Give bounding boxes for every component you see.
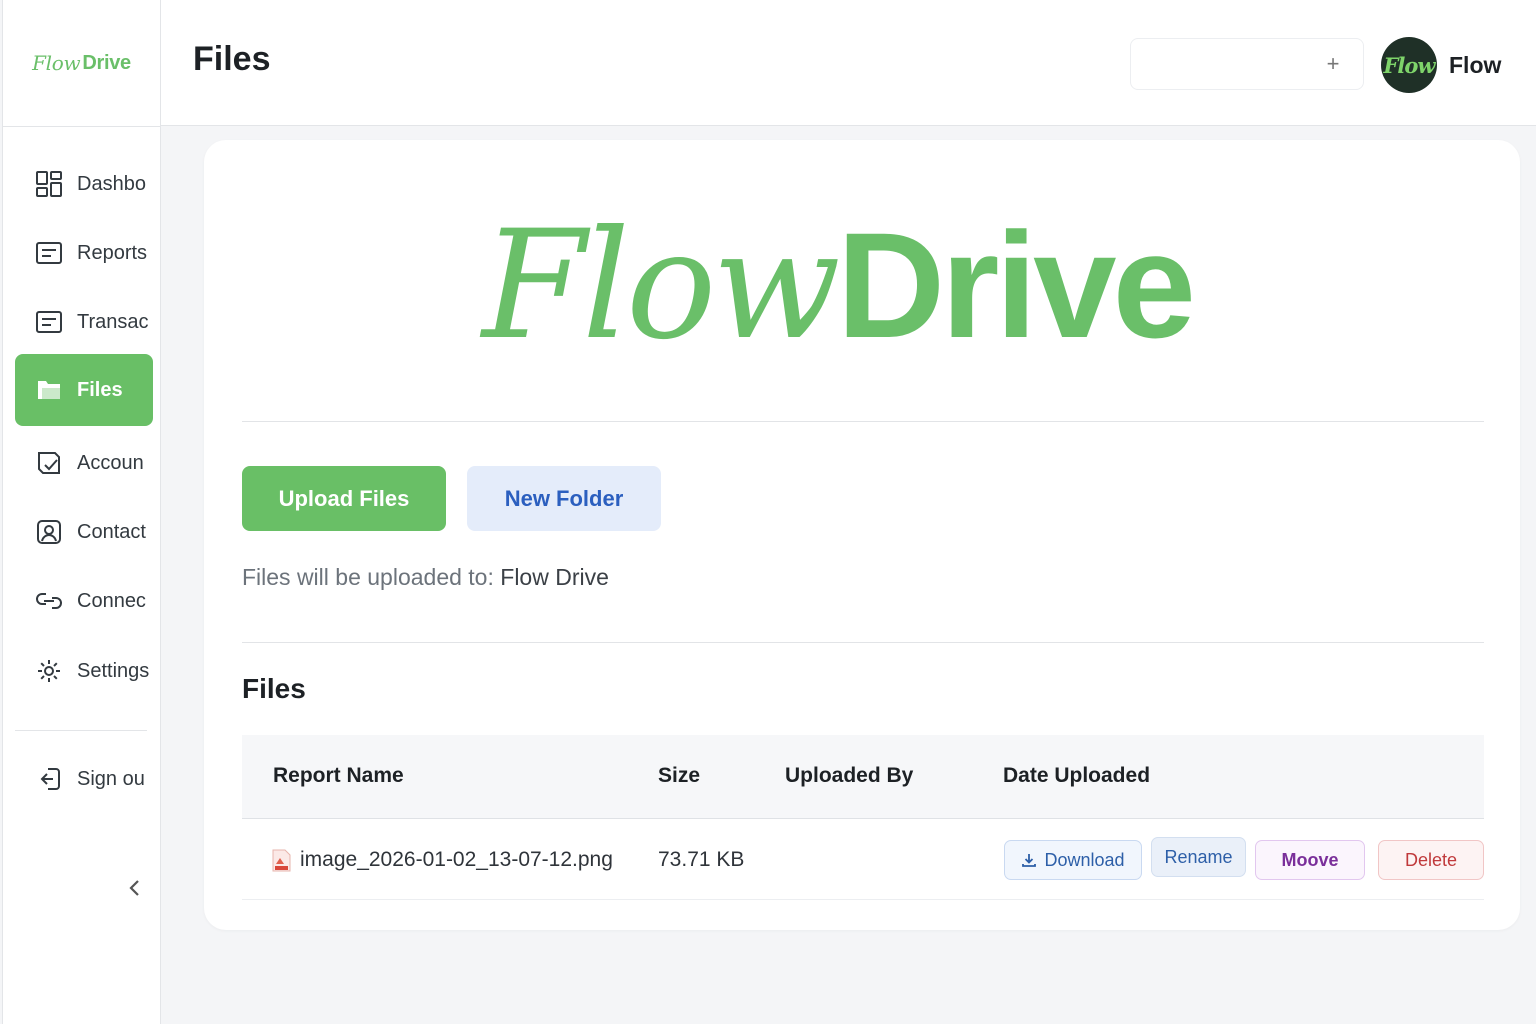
- download-label: Download: [1044, 849, 1125, 870]
- sidebar-item-label: Dashbo: [77, 172, 146, 195]
- upload-files-button[interactable]: Upload Files: [242, 466, 446, 531]
- dashboard-icon: [35, 170, 63, 198]
- files-section-title: Files: [242, 673, 306, 704]
- search-box[interactable]: +: [1130, 38, 1364, 90]
- sidebar-item-label: Sign ou: [77, 767, 145, 790]
- topbar: Files + Flow Flow: [161, 0, 1536, 126]
- column-header-uploaded-by[interactable]: Uploaded By: [785, 764, 913, 788]
- column-header-report-name[interactable]: Report Name: [273, 764, 404, 788]
- chevron-left-icon: [128, 878, 142, 903]
- sidebar-item-dashboard[interactable]: Dashbo: [15, 148, 153, 220]
- sidebar-item-label: Contact: [77, 520, 146, 543]
- sidebar-item-label: Transac: [77, 310, 149, 333]
- download-icon: [1021, 852, 1037, 868]
- divider: [242, 421, 1484, 422]
- file-image-icon: [272, 849, 291, 872]
- sidebar-item-settings[interactable]: Settings: [15, 635, 153, 707]
- sidebar-item-reports[interactable]: Reports: [15, 217, 153, 289]
- sidebar-item-accounts[interactable]: Accoun: [15, 427, 153, 499]
- logo-flow-text: Flow: [32, 51, 81, 75]
- avatar[interactable]: Flow: [1381, 37, 1437, 93]
- sidebar-divider: [15, 730, 147, 731]
- files-card: FlowDrive Upload Files New Folder Files …: [204, 140, 1520, 930]
- delete-button[interactable]: Delete: [1378, 840, 1484, 880]
- sidebar-collapse-button[interactable]: [121, 873, 149, 907]
- add-button[interactable]: +: [1321, 52, 1345, 76]
- file-name[interactable]: image_2026-01-02_13-07-12.png: [300, 848, 613, 872]
- gear-icon: [35, 657, 63, 685]
- transactions-icon: [35, 308, 63, 336]
- table-header: Report Name Size Uploaded By Date Upload…: [242, 735, 1484, 819]
- file-size: 73.71 KB: [658, 848, 745, 871]
- folder-icon: [35, 376, 63, 404]
- rename-button[interactable]: Rename: [1151, 837, 1246, 877]
- sidebar-item-label: Reports: [77, 241, 148, 264]
- connections-icon: [35, 587, 63, 615]
- sidebar-item-connections[interactable]: Connec: [15, 565, 153, 637]
- sidebar-item-label: Connec: [77, 589, 146, 612]
- search-input[interactable]: [1143, 39, 1323, 87]
- sidebar-item-transactions[interactable]: Transac: [15, 286, 153, 358]
- brand-logo: FlowDrive: [482, 210, 1196, 361]
- sidebar-item-label: Settings: [77, 659, 150, 682]
- download-button[interactable]: Download: [1004, 840, 1142, 880]
- upload-destination: Files will be uploaded to: Flow Drive: [242, 564, 609, 591]
- plus-icon: +: [1326, 51, 1340, 76]
- new-folder-button[interactable]: New Folder: [467, 466, 661, 531]
- sidebar-item-sign-out[interactable]: Sign ou: [15, 743, 153, 815]
- brand-logo-flow: Flow: [482, 199, 841, 373]
- table-row: image_2026-01-02_13-07-12.png 73.71 KB D…: [242, 820, 1484, 900]
- column-header-date-uploaded[interactable]: Date Uploaded: [1003, 764, 1150, 788]
- sidebar-item-label: Accoun: [77, 451, 144, 474]
- upload-destination-value: Flow Drive: [500, 564, 609, 590]
- move-button[interactable]: Moove: [1255, 840, 1365, 880]
- sign-out-icon: [35, 765, 63, 793]
- logo-drive-text: Drive: [82, 51, 131, 74]
- page-title: Files: [193, 40, 271, 78]
- column-header-size[interactable]: Size: [658, 764, 700, 788]
- sidebar: FlowDrive Dashbo Reports Transac Files: [2, 0, 161, 1024]
- accounts-icon: [35, 449, 63, 477]
- user-name[interactable]: Flow: [1449, 52, 1501, 79]
- sidebar-item-label: Files: [77, 378, 123, 401]
- reports-icon: [35, 239, 63, 267]
- divider: [242, 642, 1484, 643]
- brand-logo-drive: Drive: [836, 201, 1196, 369]
- upload-destination-label: Files will be uploaded to:: [242, 564, 501, 590]
- contact-icon: [35, 518, 63, 546]
- sidebar-item-files[interactable]: Files: [15, 354, 153, 426]
- sidebar-logo[interactable]: Flow Drive: [3, 0, 160, 127]
- sidebar-item-contact[interactable]: Contact: [15, 496, 153, 568]
